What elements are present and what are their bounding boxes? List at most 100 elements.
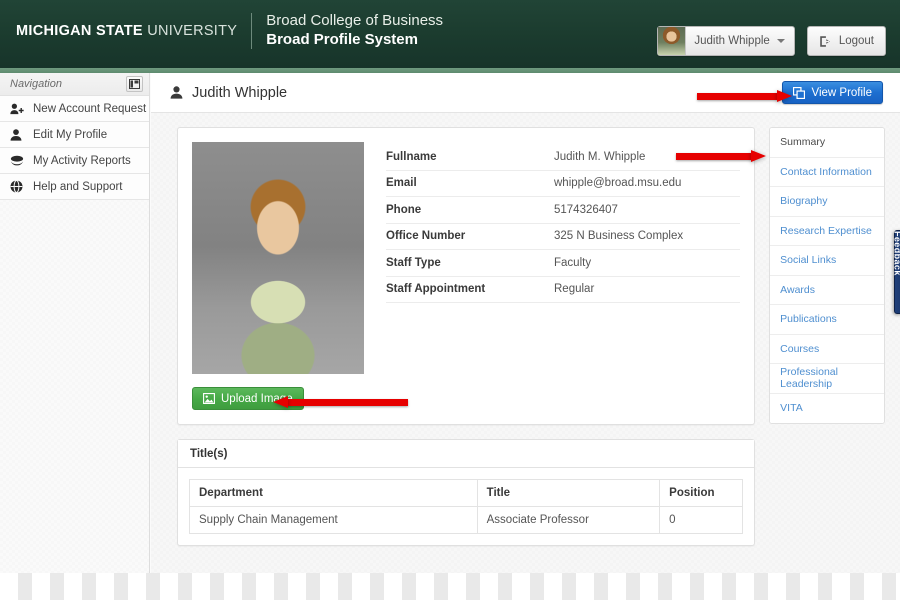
field-label: Email	[386, 177, 417, 190]
profile-field-row: Email whipple@broad.msu.edu	[386, 171, 741, 197]
tab-biography[interactable]: Biography	[770, 187, 884, 217]
logout-icon	[819, 35, 832, 48]
system-name: Broad Profile System	[266, 30, 418, 48]
profile-sections-column: Summary Contact Information Biography Re…	[769, 127, 885, 599]
sidebar-title: Navigation	[10, 78, 62, 90]
titles-panel-title: Title(s)	[178, 440, 755, 468]
profile-column: Upload Image Fullname Judith M. Whipple …	[177, 127, 756, 599]
logout-button[interactable]: Logout	[806, 26, 886, 56]
sidebar-item-label: Help and Support	[33, 180, 123, 193]
cell-department: Supply Chain Management	[189, 506, 478, 534]
column-header-title: Title	[476, 479, 661, 507]
tab-label: Courses	[780, 342, 820, 355]
main-content: Judith Whipple View Profile Upload Image…	[151, 73, 900, 600]
profile-panel: Upload Image Fullname Judith M. Whipple …	[177, 127, 756, 425]
tab-research-expertise[interactable]: Research Expertise	[770, 216, 884, 246]
university-name: MICHIGAN STATE	[16, 22, 143, 39]
sidebar: Navigation New Account Request Edit My P…	[0, 73, 150, 600]
titles-table: Department Title Position Supply Chain M…	[189, 479, 744, 534]
field-value: whipple@broad.msu.edu	[554, 177, 682, 190]
tab-contact-information[interactable]: Contact Information	[770, 157, 884, 187]
tab-label: Research Expertise	[780, 224, 872, 237]
field-value: 5174326407	[554, 203, 618, 216]
windows-copy-icon	[793, 86, 806, 99]
tab-label: Professional Leadership	[780, 366, 838, 391]
tab-label: Publications	[780, 313, 837, 326]
sidebar-item-label: Edit My Profile	[33, 128, 108, 141]
panel-icon	[129, 79, 140, 89]
provide-feedback-tab[interactable]: Provide Feedback	[892, 230, 900, 314]
sidebar-collapse-button[interactable]	[126, 76, 143, 92]
user-menu-button[interactable]: Judith Whipple	[657, 26, 795, 56]
page-title-text: Judith Whipple	[192, 84, 288, 101]
provide-feedback-label: Provide Feedback	[892, 231, 900, 276]
layers-icon	[10, 155, 30, 167]
tab-publications[interactable]: Publications	[770, 305, 884, 335]
tab-professional-leadership[interactable]: Professional Leadership	[770, 364, 884, 394]
annotation-arrow-summary	[676, 150, 766, 162]
profile-sections-list: Summary Contact Information Biography Re…	[769, 127, 885, 424]
user-icon	[170, 86, 183, 99]
tab-courses[interactable]: Courses	[770, 334, 884, 364]
view-profile-button[interactable]: View Profile	[782, 81, 883, 104]
field-value: Judith M. Whipple	[554, 150, 646, 163]
site-header: MICHIGAN STATE UNIVERSITY Broad College …	[0, 0, 900, 68]
user-menu-label: Judith Whipple	[694, 35, 770, 47]
profile-field-row: Office Number 325 N Business Complex	[386, 224, 741, 250]
user-icon	[10, 128, 30, 141]
tab-summary[interactable]: Summary	[770, 128, 884, 158]
logout-label: Logout	[838, 35, 874, 47]
content-body: Upload Image Fullname Judith M. Whipple …	[151, 113, 900, 599]
field-label: Office Number	[386, 230, 466, 243]
column-header-department: Department	[189, 479, 478, 507]
field-value: Regular	[554, 283, 595, 296]
view-profile-label: View Profile	[811, 86, 872, 99]
tab-label: Biography	[780, 195, 828, 208]
profile-field-row: Staff Appointment Regular	[386, 277, 741, 303]
field-value: Faculty	[554, 256, 592, 269]
sidebar-item-new-account-request[interactable]: New Account Request	[0, 96, 149, 122]
sidebar-item-my-activity-reports[interactable]: My Activity Reports	[0, 148, 149, 174]
photo-column: Upload Image	[192, 142, 364, 410]
annotation-arrow-upload-image	[273, 396, 408, 408]
avatar	[658, 27, 687, 55]
university-suffix: UNIVERSITY	[147, 22, 238, 39]
tab-label: Awards	[780, 283, 815, 296]
profile-field-row: Phone 5174326407	[386, 197, 741, 224]
sidebar-item-label: New Account Request	[33, 102, 147, 115]
brand-divider	[251, 12, 253, 49]
field-label: Staff Appointment	[386, 283, 486, 296]
sidebar-item-help-and-support[interactable]: Help and Support	[0, 174, 149, 200]
cell-position: 0	[659, 506, 744, 534]
tab-label: Social Links	[780, 254, 837, 267]
user-add-icon	[10, 103, 30, 115]
column-header-position: Position	[659, 479, 744, 507]
cell-title: Associate Professor	[476, 506, 661, 534]
tab-vita[interactable]: VITA	[770, 393, 884, 423]
help-globe-icon	[10, 180, 30, 193]
header-actions: Judith Whipple Logout	[657, 26, 886, 56]
annotation-arrow-view-profile	[697, 90, 792, 102]
profile-field-row: Staff Type Faculty	[386, 250, 741, 277]
table-row: Supply Chain Management Associate Profes…	[189, 506, 744, 534]
tab-label: Summary	[780, 136, 826, 149]
tab-label: VITA	[780, 402, 803, 415]
field-value: 325 N Business Complex	[554, 230, 684, 243]
field-label: Staff Type	[386, 256, 441, 269]
tab-label: Contact Information	[780, 165, 872, 178]
titles-table-wrap: Department Title Position Supply Chain M…	[178, 468, 754, 545]
university-wordmark: MICHIGAN STATE UNIVERSITY	[16, 23, 251, 39]
tab-awards[interactable]: Awards	[770, 275, 884, 305]
page-title: Judith Whipple	[170, 85, 287, 101]
chevron-down-icon	[776, 39, 785, 43]
profile-fields: Fullname Judith M. Whipple Email whipple…	[386, 142, 741, 410]
field-label: Phone	[386, 203, 422, 216]
field-label: Fullname	[386, 150, 437, 163]
brand-lockup: MICHIGAN STATE UNIVERSITY Broad College …	[16, 12, 443, 50]
sidebar-item-edit-my-profile[interactable]: Edit My Profile	[0, 122, 149, 148]
image-icon	[203, 393, 215, 404]
sidebar-item-label: My Activity Reports	[33, 154, 131, 167]
tab-social-links[interactable]: Social Links	[770, 246, 884, 276]
college-name: Broad College of Business	[266, 12, 444, 29]
profile-photo	[192, 142, 364, 374]
